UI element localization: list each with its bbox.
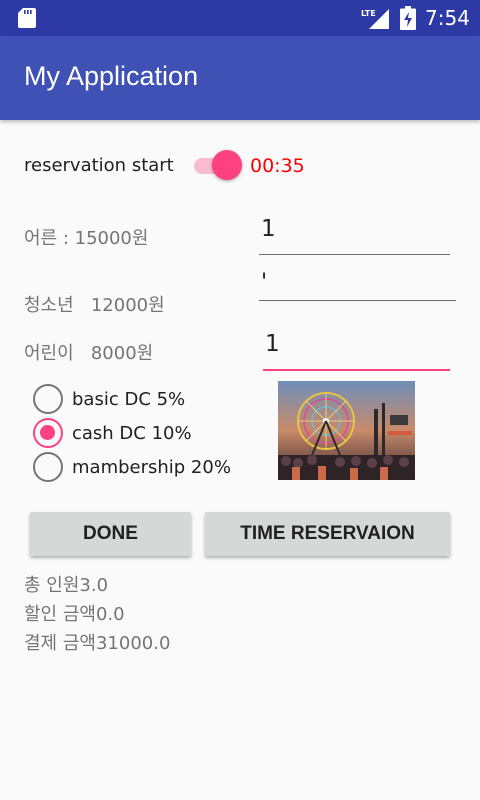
teen-count-input[interactable]: ' (259, 270, 456, 301)
radio-checked-dot (40, 425, 55, 440)
reservation-timer: 00:35 (250, 155, 305, 177)
lte-signal-icon: LTE (361, 9, 389, 29)
child-count-input[interactable]: 1 (263, 331, 450, 371)
cash-dc-label[interactable]: cash DC 10% (72, 423, 192, 444)
membership-dc-radio[interactable] (33, 452, 63, 482)
membership-dc-label[interactable]: mambership 20% (72, 457, 231, 478)
network-type: LTE (361, 9, 376, 18)
app-bar: My Application (0, 36, 480, 120)
child-price-label: 어린이 8000원 (24, 343, 154, 364)
status-time: 7:54 (425, 6, 470, 30)
teen-price-label: 청소년 12000원 (24, 295, 165, 316)
discount-amount-text: 할인 금액0.0 (24, 604, 125, 625)
adult-price-label: 어른 : 15000원 (24, 228, 149, 249)
cash-dc-radio[interactable] (33, 418, 63, 448)
ferris-wheel-image (278, 381, 415, 480)
time-reservation-button[interactable]: TIME RESERVAION (205, 512, 450, 556)
adult-count-value: 1 (261, 216, 276, 242)
battery-icon (400, 6, 416, 30)
adult-count-input[interactable]: 1 (259, 216, 450, 255)
reservation-switch[interactable] (192, 149, 244, 181)
switch-thumb (212, 150, 242, 180)
teen-count-value: ' (261, 270, 268, 295)
total-people-text: 총 인원3.0 (24, 575, 109, 596)
reservation-label: reservation start (24, 155, 174, 176)
basic-dc-radio[interactable] (33, 384, 63, 414)
app-title: My Application (24, 61, 199, 91)
sd-card-icon (18, 8, 36, 28)
payment-amount-text: 결제 금액31000.0 (24, 633, 171, 654)
done-button[interactable]: DONE (30, 512, 191, 556)
basic-dc-label[interactable]: basic DC 5% (72, 389, 185, 410)
child-count-value: 1 (265, 331, 280, 357)
status-bar: LTE 7:54 (0, 0, 480, 36)
